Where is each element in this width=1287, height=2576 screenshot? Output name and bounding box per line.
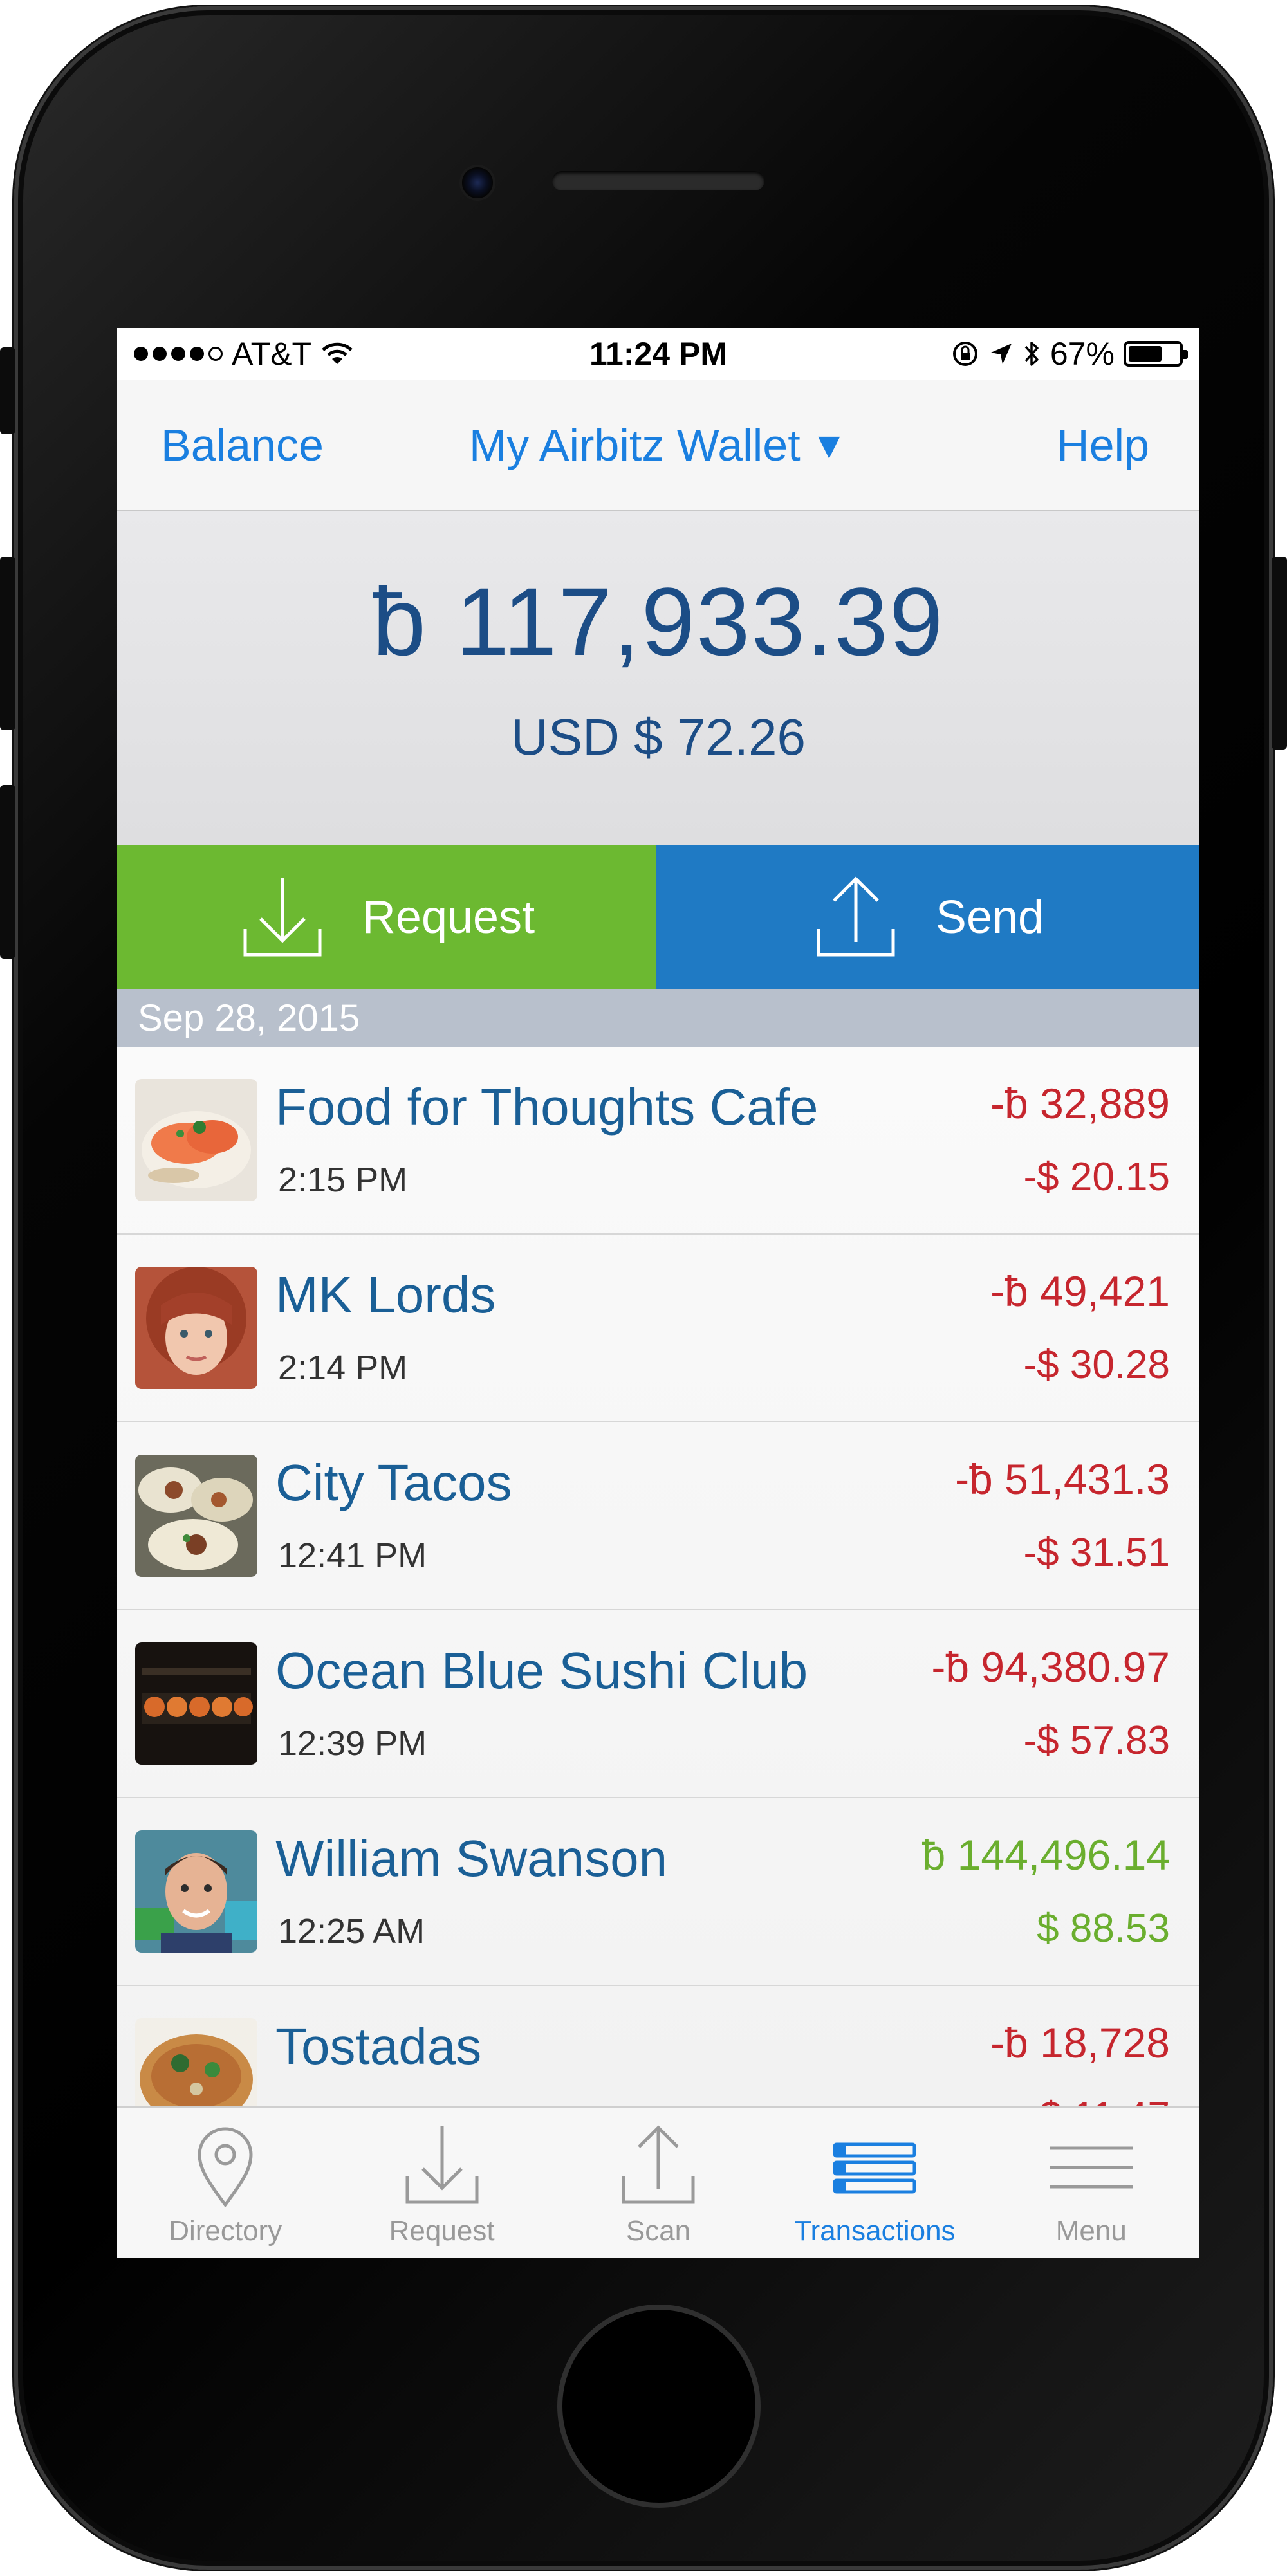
transaction-name: City Tacos (275, 1454, 512, 1511)
transaction-btc-amount: -ƀ 32,889 (990, 1080, 1170, 1127)
carrier-name: AT&T (232, 336, 312, 372)
transaction-row[interactable]: MK Lords 2:14 PM -ƀ 49,421 -$ 30.28 (117, 1235, 1199, 1422)
request-button-label: Request (362, 891, 535, 943)
location-arrow-icon (990, 344, 1012, 364)
send-button-label: Send (935, 891, 1044, 943)
location-pin-icon (198, 2127, 253, 2208)
battery-icon (1124, 341, 1188, 367)
food-photo (135, 2018, 257, 2111)
download-icon (405, 2126, 479, 2204)
tab-request[interactable]: Request (333, 2108, 550, 2258)
transaction-name: Ocean Blue Sushi Club (275, 1642, 808, 1699)
transaction-btc-amount: -ƀ 18,728 (990, 2019, 1170, 2066)
download-icon (243, 877, 322, 956)
home-button[interactable] (557, 2305, 761, 2508)
transaction-fiat-amount: -$ 31.51 (1023, 1531, 1170, 1575)
person-photo (135, 1830, 257, 1953)
transaction-row[interactable]: Food for Thoughts Cafe 2:15 PM -ƀ 32,889… (117, 1047, 1199, 1235)
tab-label: Request (389, 2215, 495, 2247)
upload-icon (622, 2125, 695, 2204)
request-button[interactable]: Request (117, 845, 656, 989)
fiat-balance: USD $ 72.26 (510, 708, 806, 766)
food-photo (135, 1079, 257, 1201)
status-right: 67% (951, 335, 1188, 373)
hamburger-menu-icon (1050, 2146, 1133, 2189)
transaction-row[interactable]: Tostadas 12:24 AM -ƀ 18,728 -$ 11.47 (117, 1986, 1199, 2111)
action-buttons: Request Send (117, 845, 1199, 989)
wallet-selector[interactable]: My Airbitz Wallet ▼ (117, 380, 1199, 511)
help-button[interactable]: Help (1057, 380, 1149, 511)
transaction-row[interactable]: City Tacos 12:41 PM -ƀ 51,431.3 -$ 31.51 (117, 1422, 1199, 1610)
signal-strength-icon (134, 347, 223, 361)
tab-label: Directory (169, 2215, 282, 2247)
power-button[interactable] (1272, 557, 1287, 750)
transaction-fiat-amount: $ 88.53 (1037, 1906, 1170, 1951)
tab-menu[interactable]: Menu (983, 2108, 1199, 2258)
bluetooth-icon (1024, 342, 1039, 366)
tab-label: Menu (1055, 2215, 1127, 2247)
transaction-name: Tostadas (275, 2018, 482, 2075)
bitcoin-balance: ƀ 117,933.39 (372, 567, 945, 676)
wallet-name: My Airbitz Wallet (468, 420, 801, 470)
tab-transactions[interactable]: Transactions (766, 2108, 983, 2258)
app-screen: AT&T 11:24 PM 67% Balance My Airbitz Wal… (117, 328, 1199, 2258)
transaction-btc-amount: -ƀ 49,421 (990, 1267, 1170, 1315)
transaction-btc-amount: -ƀ 94,380.97 (931, 1643, 1170, 1691)
transaction-time: 12:25 AM (278, 1912, 425, 1951)
volume-up-button[interactable] (0, 557, 15, 730)
tab-directory[interactable]: Directory (117, 2108, 333, 2258)
status-bar: AT&T 11:24 PM 67% (117, 328, 1199, 380)
tab-scan[interactable]: Scan (550, 2108, 766, 2258)
phone-frame: AT&T 11:24 PM 67% Balance My Airbitz Wal… (14, 6, 1273, 2570)
transaction-btc-amount: -ƀ 51,431.3 (955, 1455, 1170, 1503)
food-photo (135, 1455, 257, 1577)
status-left: AT&T (134, 335, 354, 373)
silent-switch[interactable] (0, 347, 15, 434)
transaction-name: Food for Thoughts Cafe (275, 1078, 819, 1136)
volume-down-button[interactable] (0, 785, 15, 959)
transaction-time: 12:41 PM (278, 1536, 427, 1575)
transaction-btc-amount: ƀ 144,496.14 (921, 1831, 1170, 1879)
transaction-time: 12:39 PM (278, 1724, 427, 1763)
person-photo (135, 1267, 257, 1389)
battery-level (1129, 346, 1162, 362)
transaction-time: 2:15 PM (278, 1161, 408, 1199)
battery-percentage: 67% (1050, 336, 1115, 372)
upload-icon (817, 876, 895, 956)
date-section-header: Sep 28, 2015 (117, 989, 1199, 1047)
transaction-fiat-amount: -$ 57.83 (1023, 1718, 1170, 1763)
tab-bar: Directory Request Scan Transactions Menu (117, 2106, 1199, 2258)
orientation-lock-icon (952, 342, 977, 366)
send-button[interactable]: Send (656, 845, 1199, 989)
transaction-name: MK Lords (275, 1266, 496, 1323)
transaction-row[interactable]: Ocean Blue Sushi Club 12:39 PM -ƀ 94,380… (117, 1610, 1199, 1798)
transaction-fiat-amount: -$ 20.15 (1023, 1155, 1170, 1199)
transaction-fiat-amount: -$ 30.28 (1023, 1343, 1170, 1387)
navigation-bar: Balance My Airbitz Wallet ▼ Help (117, 380, 1199, 511)
wifi-icon (322, 342, 353, 364)
tab-label: Transactions (794, 2215, 956, 2247)
dropdown-triangle-icon: ▼ (810, 425, 848, 466)
list-icon (833, 2142, 916, 2194)
transaction-name: William Swanson (275, 1830, 668, 1887)
transaction-row[interactable]: William Swanson 12:25 AM ƀ 144,496.14 $ … (117, 1798, 1199, 1986)
earpiece-speaker (552, 171, 764, 190)
tab-label: Scan (625, 2215, 691, 2247)
transaction-time: 2:14 PM (278, 1348, 408, 1387)
transaction-list[interactable]: Food for Thoughts Cafe 2:15 PM -ƀ 32,889… (117, 1047, 1199, 2111)
front-camera (459, 165, 495, 201)
food-photo (135, 1642, 257, 1765)
balance-panel[interactable]: ƀ 117,933.39 USD $ 72.26 (117, 511, 1199, 845)
